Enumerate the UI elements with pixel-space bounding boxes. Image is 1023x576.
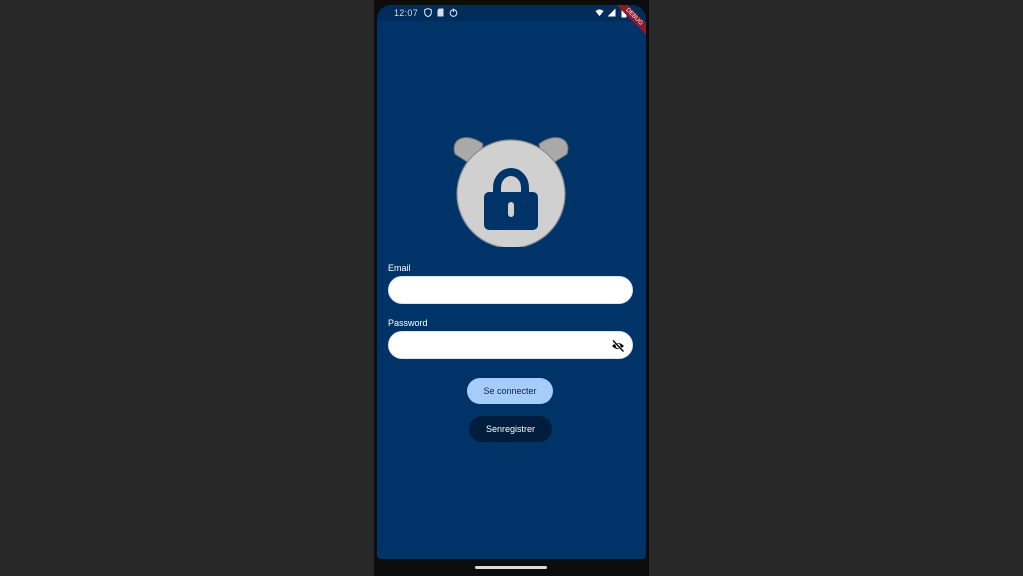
login-button[interactable]: Se connecter xyxy=(467,378,553,404)
email-field[interactable] xyxy=(388,276,633,304)
status-icons-left xyxy=(423,8,458,17)
sd-card-icon xyxy=(436,8,445,17)
register-button-label: Senregistrer xyxy=(485,424,536,434)
shield-icon xyxy=(423,8,432,17)
power-icon xyxy=(449,8,458,17)
register-button[interactable]: Senregistrer xyxy=(469,416,552,442)
login-button-label: Se connecter xyxy=(483,386,537,396)
status-bar: 12:07 DEBUG xyxy=(377,5,646,42)
signal-icon xyxy=(607,8,616,17)
app-logo xyxy=(447,132,575,249)
wifi-icon xyxy=(595,8,604,17)
password-label: Password xyxy=(388,318,428,328)
password-field[interactable] xyxy=(388,331,633,359)
home-indicator[interactable] xyxy=(475,566,547,569)
app-screen: 12:07 DEBUG Email Password Se connecter … xyxy=(377,5,646,559)
email-label: Email xyxy=(388,263,411,273)
eye-off-icon[interactable] xyxy=(611,339,625,353)
status-time: 12:07 xyxy=(394,8,419,18)
phone-frame: 12:07 DEBUG Email Password Se connecter … xyxy=(374,0,649,576)
